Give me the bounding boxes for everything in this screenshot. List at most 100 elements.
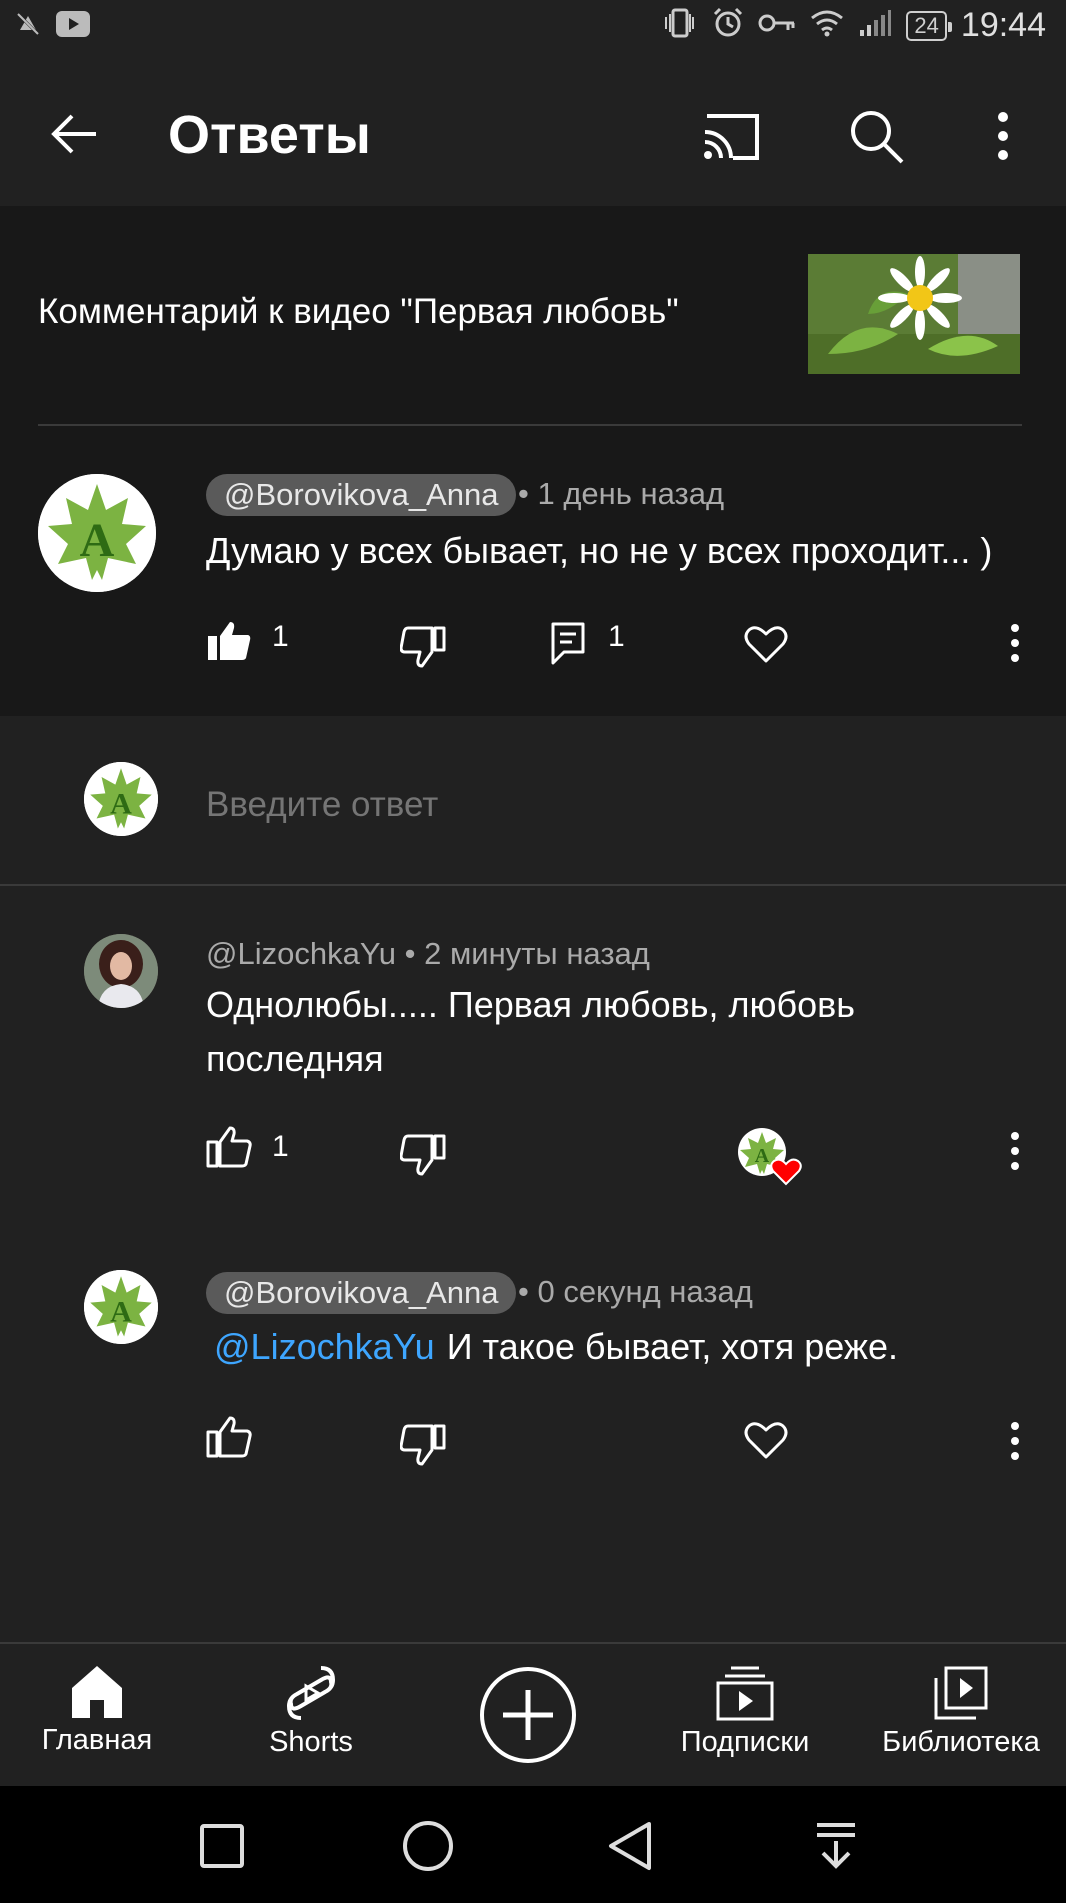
divider [38,424,1022,426]
svg-text:A: A [755,1145,770,1167]
battery-indicator: 24 [906,10,953,41]
like-count: 1 [272,620,289,653]
vibrate-icon [662,7,698,44]
thumb-up-icon [206,1416,252,1458]
dislike-button[interactable] [398,622,448,672]
comment-meta: @LizochkaYu • 2 минуты назад [206,936,650,972]
maple-leaf-logo-icon: A [84,762,158,836]
create-button[interactable] [438,1644,618,1788]
nav-shorts[interactable]: Shorts [224,1644,398,1788]
svg-text:A: A [110,1294,132,1328]
reply-count: 1 [608,620,625,653]
thumb-down-icon [400,626,446,668]
creator-heart-badge: A [734,1124,804,1188]
thumb-up-icon [206,1126,252,1168]
subscriptions-icon [716,1666,774,1721]
comment-text: Однолюбы..... Первая любовь, любовь посл… [206,984,856,1079]
cast-button[interactable] [696,100,768,172]
more-vert-icon [1011,1132,1019,1170]
like-button[interactable] [204,1412,254,1462]
comment-text: Думаю у всех бывает, но не у всех проход… [206,530,993,571]
comment-icon [551,622,585,665]
arrow-back-icon [51,114,96,154]
alarm-icon [712,7,744,44]
search-icon [851,111,904,164]
cast-icon [704,114,759,160]
like-button[interactable] [204,616,254,666]
comment-menu-button[interactable] [1000,618,1030,668]
app-bar: Ответы [0,56,1066,206]
nav-home-label: Главная [41,1724,153,1756]
more-vert-icon [998,112,1008,160]
thumb-down-icon [400,1134,446,1176]
heart-button[interactable] [742,620,790,668]
comment-author[interactable]: @Borovikova_Anna [206,474,517,516]
heart-outline-icon [744,626,788,663]
comment-time: • 1 день назад [518,476,725,511]
system-navigation-bar [0,1786,1066,1903]
creator-heart-icon: A [738,1128,802,1186]
back-button[interactable] [40,100,108,168]
comment-author[interactable]: @Borovikova_Anna [206,1272,517,1314]
like-count: 1 [272,1130,289,1163]
comment-time: • 2 минуты назад [404,936,650,971]
avatar[interactable] [84,934,158,1008]
pull-down-icon [817,1823,855,1869]
vpn-key-icon [758,11,796,40]
nav-subscriptions[interactable]: Подписки [658,1644,832,1788]
avatar[interactable]: A [38,474,156,592]
dislike-button[interactable] [398,1130,448,1180]
reply-button[interactable] [546,618,590,668]
user-photo-avatar [84,934,158,1008]
square-icon [200,1824,244,1868]
notifications-pulldown-button[interactable] [804,1814,868,1878]
daisy-flower-image [808,254,1020,374]
comment-author[interactable]: @LizochkaYu [206,936,396,971]
library-icon [934,1666,988,1720]
signal-icon [858,8,892,43]
more-options-button[interactable] [980,100,1026,172]
more-vert-icon [1011,624,1019,662]
maple-leaf-logo-icon: A [84,1270,158,1344]
svg-text:A: A [110,786,132,820]
circle-icon [403,1821,453,1871]
heart-outline-icon [744,1422,788,1459]
home-system-button[interactable] [396,1814,460,1878]
search-button[interactable] [840,100,912,172]
youtube-notification-icon [56,11,90,42]
divider [0,884,1066,886]
like-button[interactable] [204,1122,254,1172]
main-comment-card: Комментарий к видео "Первая любовь" A @B… [0,206,1066,716]
reply-input[interactable] [206,780,906,830]
avatar: A [84,762,158,836]
wifi-icon [810,9,844,42]
triangle-back-icon [609,1822,651,1870]
page-title: Ответы [168,105,371,165]
reply-box: A [0,716,1066,886]
video-reference[interactable]: Комментарий к видео "Первая любовь" [38,292,679,332]
heart-button[interactable] [742,1416,790,1464]
comment-body: И такое бывает, хотя реже. [446,1326,898,1367]
comment-menu-button[interactable] [1000,1416,1030,1466]
maple-leaf-logo-icon: A [38,474,156,592]
shorts-icon [287,1666,335,1720]
video-thumbnail[interactable] [808,254,1020,374]
add-circle-icon [480,1667,576,1763]
status-bar: 24 19:44 [0,0,1066,56]
bottom-navigation: Главная Shorts Подписки Библиотека [0,1642,1066,1786]
recents-button[interactable] [192,1816,252,1876]
clock: 19:44 [960,6,1046,44]
avatar[interactable]: A [84,1270,158,1344]
nav-library[interactable]: Библиотека [868,1644,1054,1788]
thumb-down-icon [400,1424,446,1466]
home-icon [72,1666,122,1718]
nav-home[interactable]: Главная [10,1644,184,1788]
nav-shorts-label: Shorts [269,1726,353,1758]
back-system-button[interactable] [598,1814,662,1878]
comment-time: • 0 секунд назад [518,1274,753,1309]
mention-link[interactable]: @LizochkaYu [214,1326,435,1367]
comment-menu-button[interactable] [1000,1126,1030,1176]
comment-text: @LizochkaYu И такое бывает, хотя реже. [206,1320,1036,1374]
thumb-up-filled-icon [208,622,251,660]
dislike-button[interactable] [398,1420,448,1470]
